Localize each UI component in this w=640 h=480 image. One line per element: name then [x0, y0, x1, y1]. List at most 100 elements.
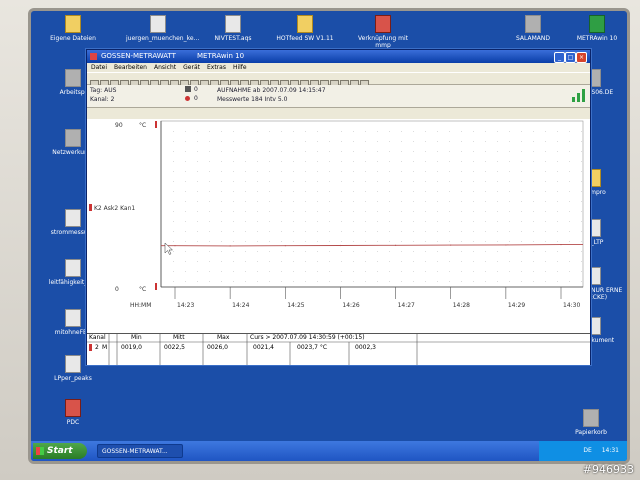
- grid-dot: [557, 131, 558, 132]
- desktop-icon[interactable]: METRAwin 10: [565, 15, 627, 42]
- cursor-label: Curs > 2007.07.09 14:30:59 (+00:15): [250, 334, 365, 341]
- grid-dot: [317, 221, 318, 222]
- desktop-icon[interactable]: Papierkorb: [559, 409, 623, 436]
- grid-dot: [401, 201, 402, 202]
- value-max: 0026,0: [207, 344, 228, 351]
- menu-item[interactable]: Datei: [91, 64, 107, 71]
- grid-dot: [413, 241, 414, 242]
- desktop-icon[interactable]: SALAMAND: [501, 15, 565, 42]
- grid-dot: [533, 241, 534, 242]
- grid-dot: [401, 131, 402, 132]
- grid-dot: [509, 281, 510, 282]
- grid-dot: [437, 261, 438, 262]
- menu-item[interactable]: Hilfe: [233, 64, 247, 71]
- grid-dot: [197, 251, 198, 252]
- clock[interactable]: 14:31: [602, 447, 619, 454]
- line-chart[interactable]: 90 °C 0 °C K2 Ask2 Kan1 HH:MM 14:23 14:24 14:25 1…: [87, 119, 590, 333]
- maximize-button[interactable]: □: [565, 52, 576, 63]
- grid-dot: [305, 251, 306, 252]
- grid-dot: [569, 261, 570, 262]
- grid-dot: [221, 281, 222, 282]
- grid-dot: [353, 221, 354, 222]
- language-indicator[interactable]: DE: [583, 447, 591, 454]
- grid-dot: [293, 151, 294, 152]
- grid-dot: [185, 151, 186, 152]
- window-title: GOSSEN-METRAWATT: [101, 52, 176, 60]
- grid-dot: [485, 281, 486, 282]
- desktop-icon[interactable]: juergen_muenchen_ke...: [126, 15, 199, 42]
- grid-dot: [413, 201, 414, 202]
- grid-dot: [353, 141, 354, 142]
- grid-dot: [389, 181, 390, 182]
- grid-dot: [353, 131, 354, 132]
- row-channel: 2: [95, 344, 99, 351]
- grid-dot: [293, 271, 294, 272]
- grid-dot: [545, 131, 546, 132]
- desktop-icon[interactable]: PDC: [41, 399, 105, 426]
- grid-dot: [221, 171, 222, 172]
- grid-dot: [197, 191, 198, 192]
- window-titlebar[interactable]: GOSSEN-METRAWATT METRAwin 10 _ □ ×: [87, 50, 590, 63]
- grid-dot: [485, 151, 486, 152]
- grid-dot: [509, 211, 510, 212]
- menu-item[interactable]: Ansicht: [154, 64, 176, 71]
- grid-dot: [365, 141, 366, 142]
- grid-dot: [557, 271, 558, 272]
- grid-dot: [197, 161, 198, 162]
- desktop-icon[interactable]: NIVTEST.aqs: [201, 15, 265, 42]
- menu-item[interactable]: Gerät: [183, 64, 200, 71]
- grid-dot: [377, 271, 378, 272]
- desktop-icon[interactable]: Verknüpfung mit mmp: [351, 15, 415, 49]
- grid-dot: [293, 221, 294, 222]
- grid-dot: [209, 281, 210, 282]
- document-icon: [65, 259, 81, 277]
- grid-dot: [353, 241, 354, 242]
- grid-dot: [329, 251, 330, 252]
- grid-dot: [521, 141, 522, 142]
- grid-dot: [521, 171, 522, 172]
- grid-dot: [437, 161, 438, 162]
- taskbar-button-metrawin[interactable]: GOSSEN-METRAWAT...: [97, 444, 183, 458]
- grid-dot: [545, 221, 546, 222]
- grid-dot: [269, 261, 270, 262]
- grid-dot: [353, 151, 354, 152]
- grid-dot: [557, 251, 558, 252]
- close-button[interactable]: ×: [576, 52, 587, 63]
- grid-dot: [581, 241, 582, 242]
- grid-dot: [233, 241, 234, 242]
- grid-dot: [389, 261, 390, 262]
- grid-dot: [581, 201, 582, 202]
- grid-dot: [473, 161, 474, 162]
- grid-dot: [317, 151, 318, 152]
- grid-dot: [425, 161, 426, 162]
- grid-dot: [569, 211, 570, 212]
- grid-dot: [401, 171, 402, 172]
- minimize-button[interactable]: _: [554, 52, 565, 63]
- grid-dot: [497, 201, 498, 202]
- grid-dot: [281, 131, 282, 132]
- series-point: [394, 244, 397, 246]
- grid-dot: [533, 161, 534, 162]
- grid-dot: [197, 181, 198, 182]
- grid-dot: [569, 181, 570, 182]
- grid-dot: [521, 151, 522, 152]
- grid-dot: [461, 271, 462, 272]
- grid-dot: [341, 151, 342, 152]
- grid-dot: [353, 271, 354, 272]
- grid-dot: [209, 141, 210, 142]
- x-tick-label: 14:25: [287, 302, 304, 309]
- grid-dot: [569, 201, 570, 202]
- menu-item[interactable]: Extras: [207, 64, 226, 71]
- grid-dot: [233, 171, 234, 172]
- menu-item[interactable]: Bearbeiten: [114, 64, 147, 71]
- grid-dot: [305, 201, 306, 202]
- start-button[interactable]: Start: [33, 443, 87, 459]
- desktop-icon[interactable]: HOTfeed SW V1.11: [273, 15, 337, 42]
- x-tick-label: 14:29: [508, 302, 525, 309]
- desktop-icon[interactable]: Eigene Dateien: [41, 15, 105, 42]
- grid-dot: [425, 171, 426, 172]
- grid-dot: [341, 251, 342, 252]
- grid-dot: [509, 221, 510, 222]
- grid-dot: [257, 211, 258, 212]
- grid-dot: [521, 131, 522, 132]
